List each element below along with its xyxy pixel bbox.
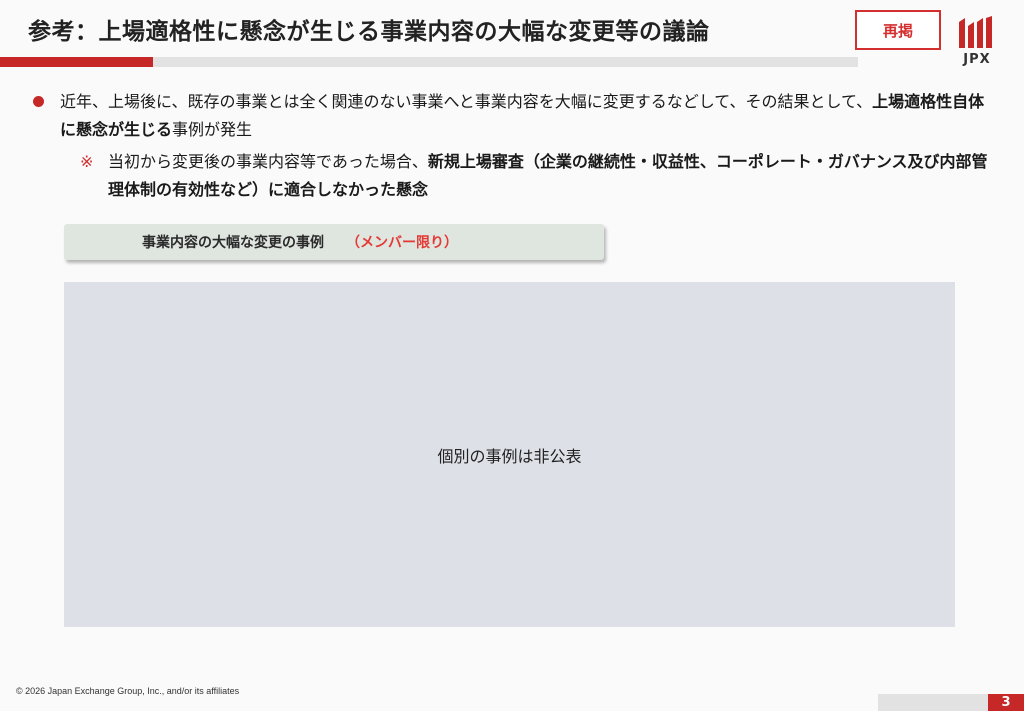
bullet-icon — [33, 96, 44, 107]
footer-bar — [878, 694, 988, 711]
copyright: © 2026 Japan Exchange Group, Inc., and/o… — [16, 686, 240, 696]
section-label: 事業内容の大幅な変更の事例 （メンバー限り） — [64, 224, 604, 260]
jpx-logo: JPX — [957, 16, 997, 72]
section-label-note: （メンバー限り） — [346, 235, 458, 251]
page-number: 3 — [988, 694, 1024, 711]
redacted-content-area: 個別の事例は非公表 — [64, 282, 955, 627]
bullet-text-part2: 事例が発生 — [172, 120, 253, 139]
note-mark-icon: ※ — [80, 152, 94, 171]
title-underline — [153, 57, 858, 67]
bullet-point: 近年、上場後に、既存の事業とは全く関連のない事業へと事業内容を大幅に変更するなど… — [60, 88, 995, 144]
jpx-logo-mark-icon — [959, 16, 992, 48]
placeholder-text: 個別の事例は非公表 — [437, 446, 582, 466]
bullet-text-part1: 近年、上場後に、既存の事業とは全く関連のない事業へと事業内容を大幅に変更するなど… — [60, 92, 873, 111]
note-text-part1: 当初から変更後の事業内容等であった場合、 — [108, 152, 428, 171]
page-title: 参考：上場適格性に懸念が生じる事業内容の大幅な変更等の議論 — [28, 19, 710, 45]
logo-text: JPX — [963, 52, 991, 67]
section-label-text: 事業内容の大幅な変更の事例 — [142, 235, 324, 251]
repost-badge: 再掲 — [855, 10, 941, 50]
title-underline-accent — [0, 57, 158, 67]
note-text: 当初から変更後の事業内容等であった場合、新規上場審査（企業の継続性・収益性、コー… — [108, 148, 988, 204]
